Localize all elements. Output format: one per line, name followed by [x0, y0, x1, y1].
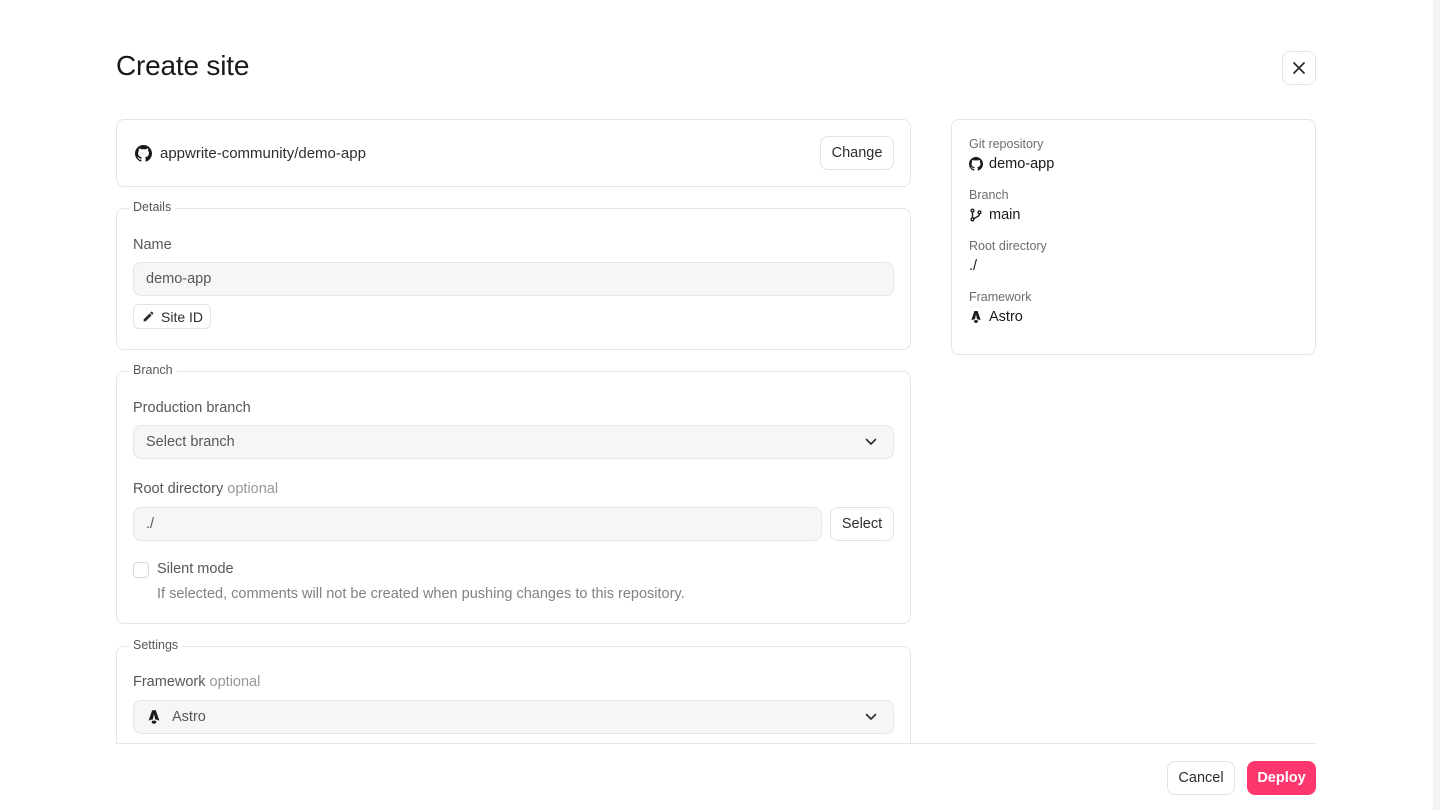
- close-icon: [1293, 62, 1305, 74]
- production-branch-label: Production branch: [133, 400, 251, 416]
- summary-card: Git repository demo-app Branch main Root…: [951, 119, 1316, 355]
- astro-icon: [148, 710, 160, 724]
- footer-bar: Cancel Deploy: [116, 743, 1316, 810]
- framework-label-text: Framework: [133, 674, 206, 690]
- root-directory-label-text: Root directory: [133, 481, 224, 497]
- name-input[interactable]: demo-app: [133, 262, 894, 296]
- summary-root-directory: Root directory ./: [969, 239, 1298, 274]
- site-id-button[interactable]: Site ID: [133, 304, 212, 329]
- astro-icon: [971, 311, 981, 323]
- silent-mode-label: Silent mode: [157, 561, 234, 577]
- repository-name: appwrite-community/demo-app: [160, 144, 366, 162]
- summary-root-value: ./: [969, 258, 978, 274]
- production-branch-select[interactable]: Select branch: [133, 425, 894, 459]
- branch-legend: Branch: [129, 363, 177, 377]
- name-input-value: demo-app: [146, 271, 212, 287]
- repository-card: appwrite-community/demo-app Change: [116, 119, 911, 187]
- root-directory-value: ./: [146, 516, 155, 532]
- summary-branch-value: main: [989, 207, 1021, 223]
- change-repository-button[interactable]: Change: [820, 136, 894, 170]
- chevron-down-icon: [865, 438, 877, 445]
- production-branch-placeholder: Select branch: [146, 434, 235, 450]
- framework-label: Framework optional: [133, 674, 260, 690]
- root-directory-optional: optional: [227, 481, 279, 497]
- summary-git-value: demo-app: [989, 156, 1055, 172]
- summary-branch-label: Branch: [969, 188, 1009, 202]
- github-icon: [969, 157, 983, 171]
- summary-git-label: Git repository: [969, 137, 1044, 151]
- deploy-button[interactable]: Deploy: [1247, 761, 1316, 795]
- cancel-button[interactable]: Cancel: [1167, 761, 1235, 795]
- details-section: Details Name demo-app Site ID: [116, 200, 911, 350]
- summary-framework: Framework Astro: [969, 290, 1298, 325]
- silent-mode-checkbox[interactable]: [133, 562, 149, 578]
- framework-optional: optional: [209, 674, 261, 690]
- summary-branch: Branch main: [969, 188, 1298, 223]
- site-id-label: Site ID: [161, 308, 204, 325]
- settings-legend: Settings: [129, 638, 183, 652]
- summary-root-label: Root directory: [969, 239, 1047, 253]
- select-root-directory-button[interactable]: Select: [830, 507, 894, 541]
- github-icon: [135, 144, 152, 162]
- close-button[interactable]: [1282, 51, 1316, 85]
- summary-framework-label: Framework: [969, 290, 1032, 304]
- root-directory-label: Root directory optional: [133, 481, 278, 497]
- root-directory-input[interactable]: ./: [133, 507, 822, 541]
- summary-framework-value: Astro: [989, 309, 1023, 325]
- framework-select[interactable]: Astro: [133, 700, 894, 734]
- branch-icon: [970, 208, 982, 222]
- framework-value: Astro: [172, 709, 206, 725]
- name-label: Name: [133, 237, 172, 253]
- chevron-down-icon: [865, 713, 877, 720]
- page-scrollbar[interactable]: [1433, 0, 1440, 810]
- summary-git-repository: Git repository demo-app: [969, 137, 1298, 172]
- details-legend: Details: [129, 200, 176, 214]
- pencil-icon: [143, 311, 154, 322]
- silent-mode-description: If selected, comments will not be create…: [157, 586, 685, 602]
- branch-section: Branch Production branch Select branch R…: [116, 363, 911, 624]
- page-title: Create site: [116, 50, 250, 81]
